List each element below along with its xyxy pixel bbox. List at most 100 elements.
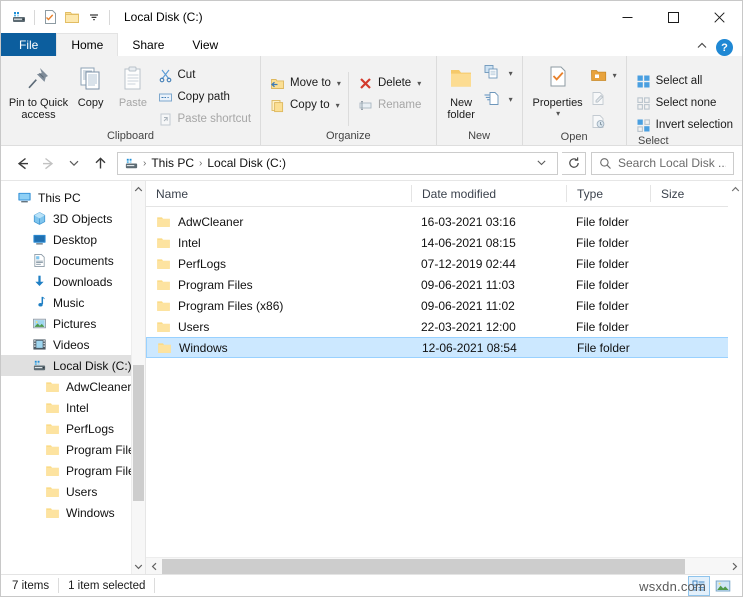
- properties-button[interactable]: Properties ▾: [529, 60, 587, 118]
- column-header-date-modified[interactable]: Date modified: [411, 185, 566, 202]
- breadcrumb-this-pc[interactable]: This PC: [148, 156, 197, 170]
- nav-item-program-files-x86[interactable]: Program Files (: [1, 460, 145, 481]
- new-folder-label-2: folder: [447, 109, 475, 121]
- close-button[interactable]: [696, 1, 742, 33]
- table-row[interactable]: PerfLogs 07-12-2019 02:44 File folder: [146, 253, 742, 274]
- recent-locations-button[interactable]: [61, 150, 87, 176]
- table-row[interactable]: Windows 12-06-2021 08:54 File folder: [146, 337, 742, 358]
- nav-item-3d-objects[interactable]: 3D Objects: [1, 208, 145, 229]
- pictures-icon: [32, 316, 47, 331]
- nav-item-users[interactable]: Users: [1, 481, 145, 502]
- breadcrumb-separator-2[interactable]: ›: [197, 158, 204, 169]
- tab-share[interactable]: Share: [118, 33, 178, 56]
- nav-item-this-pc[interactable]: This PC: [1, 187, 145, 208]
- nav-item-pictures[interactable]: Pictures: [1, 313, 145, 334]
- collapse-ribbon-icon[interactable]: [696, 40, 708, 55]
- large-icons-view-button[interactable]: [712, 576, 734, 596]
- cut-button[interactable]: Cut: [155, 65, 255, 85]
- open-folder-icon: [590, 68, 607, 83]
- search-input[interactable]: Search Local Disk ...: [591, 151, 734, 175]
- delete-button[interactable]: Delete ▾: [355, 73, 424, 93]
- tab-home[interactable]: Home: [56, 33, 119, 56]
- table-row[interactable]: Program Files (x86) 09-06-2021 11:02 Fil…: [146, 295, 742, 316]
- copy-to-button[interactable]: Copy to ▾: [267, 95, 344, 115]
- select-none-button[interactable]: Select none: [633, 93, 736, 113]
- column-header-size[interactable]: Size: [650, 185, 706, 202]
- new-item-button[interactable]: ▾: [480, 63, 516, 83]
- hscroll-right-button[interactable]: [726, 558, 742, 575]
- table-row[interactable]: Users 22-03-2021 12:00 File folder: [146, 316, 742, 337]
- nav-item-intel[interactable]: Intel: [1, 397, 145, 418]
- nav-item-documents[interactable]: Documents: [1, 250, 145, 271]
- chevron-down-icon[interactable]: ▾: [417, 79, 421, 88]
- breadcrumb-bar[interactable]: › This PC › Local Disk (C:): [117, 151, 558, 175]
- details-view-button[interactable]: [688, 575, 710, 596]
- nav-item-program-files[interactable]: Program Files: [1, 439, 145, 460]
- nav-item-local-disk-c[interactable]: Local Disk (C:): [1, 355, 145, 376]
- easy-access-button[interactable]: ▾: [480, 89, 516, 109]
- nav-item-videos[interactable]: Videos: [1, 334, 145, 355]
- file-pane-vertical-scrollbar[interactable]: [728, 181, 742, 557]
- chevron-down-icon[interactable]: ▾: [336, 101, 340, 110]
- maximize-button[interactable]: [650, 1, 696, 33]
- up-button[interactable]: [87, 150, 113, 176]
- file-pane-horizontal-scrollbar[interactable]: [146, 557, 742, 574]
- tab-file[interactable]: File: [1, 33, 57, 56]
- nav-item-adwcleaner[interactable]: AdwCleaner: [1, 376, 145, 397]
- pin-to-quick-access-button[interactable]: Pin to Quick access: [7, 60, 70, 121]
- ribbon-group-new: New folder ▾ ▾ New: [437, 56, 523, 145]
- column-header-type[interactable]: Type: [566, 185, 650, 202]
- nav-scroll-down-button[interactable]: [132, 558, 145, 574]
- chevron-down-icon[interactable]: ▾: [337, 79, 341, 88]
- chevron-down-icon[interactable]: ▾: [556, 109, 560, 118]
- move-to-button[interactable]: Move to ▾: [267, 73, 344, 93]
- breadcrumb-dropdown-icon[interactable]: [530, 157, 553, 170]
- breadcrumb-separator-1[interactable]: ›: [141, 158, 148, 169]
- nav-item-windows[interactable]: Windows: [1, 502, 145, 523]
- chevron-down-icon[interactable]: ▾: [509, 95, 513, 104]
- search-placeholder: Search Local Disk ...: [618, 156, 726, 170]
- nav-pane-scrollbar[interactable]: [131, 181, 145, 574]
- copy-button[interactable]: Copy: [70, 60, 111, 109]
- invert-selection-button[interactable]: Invert selection: [633, 115, 736, 135]
- drive-icon[interactable]: [8, 6, 30, 28]
- forward-button[interactable]: [35, 150, 61, 176]
- file-scroll-up-button[interactable]: [728, 181, 742, 197]
- column-header-name[interactable]: Name: [146, 185, 411, 202]
- move-to-icon: [270, 76, 285, 91]
- new-folder-icon[interactable]: [61, 6, 83, 28]
- select-all-button[interactable]: Select all: [633, 71, 736, 91]
- history-button[interactable]: [587, 111, 620, 131]
- copy-path-button[interactable]: Copy path: [155, 87, 255, 107]
- ribbon-tabs: File Home Share View ?: [1, 33, 742, 56]
- table-row[interactable]: AdwCleaner 16-03-2021 03:16 File folder: [146, 211, 742, 232]
- breadcrumb-local-disk[interactable]: Local Disk (C:): [204, 156, 289, 170]
- minimize-button[interactable]: [604, 1, 650, 33]
- nav-scroll-up-button[interactable]: [132, 181, 145, 197]
- chevron-down-icon[interactable]: [83, 6, 105, 28]
- refresh-button[interactable]: [562, 151, 586, 175]
- hscroll-left-button[interactable]: [146, 558, 162, 575]
- hscroll-track[interactable]: [162, 558, 726, 575]
- rename-button[interactable]: Rename: [355, 95, 424, 115]
- nav-item-perflogs[interactable]: PerfLogs: [1, 418, 145, 439]
- paste-button[interactable]: Paste: [111, 60, 154, 109]
- paste-shortcut-button[interactable]: Paste shortcut: [155, 109, 255, 129]
- edit-button[interactable]: [587, 88, 620, 108]
- open-button[interactable]: ▾: [587, 65, 620, 85]
- nav-item-label: Pictures: [53, 316, 97, 331]
- help-icon[interactable]: ?: [716, 39, 733, 56]
- nav-scroll-thumb[interactable]: [133, 365, 144, 501]
- table-row[interactable]: Program Files 09-06-2021 11:03 File fold…: [146, 274, 742, 295]
- back-button[interactable]: [9, 150, 35, 176]
- nav-item-music[interactable]: Music: [1, 292, 145, 313]
- nav-item-downloads[interactable]: Downloads: [1, 271, 145, 292]
- chevron-down-icon[interactable]: ▾: [509, 69, 513, 78]
- chevron-down-icon[interactable]: ▾: [613, 71, 617, 80]
- table-row[interactable]: Intel 14-06-2021 08:15 File folder: [146, 232, 742, 253]
- nav-item-desktop[interactable]: Desktop: [1, 229, 145, 250]
- new-folder-button[interactable]: New folder: [443, 60, 480, 121]
- properties-icon[interactable]: [39, 6, 61, 28]
- tab-view[interactable]: View: [178, 33, 232, 56]
- hscroll-thumb[interactable]: [162, 558, 685, 574]
